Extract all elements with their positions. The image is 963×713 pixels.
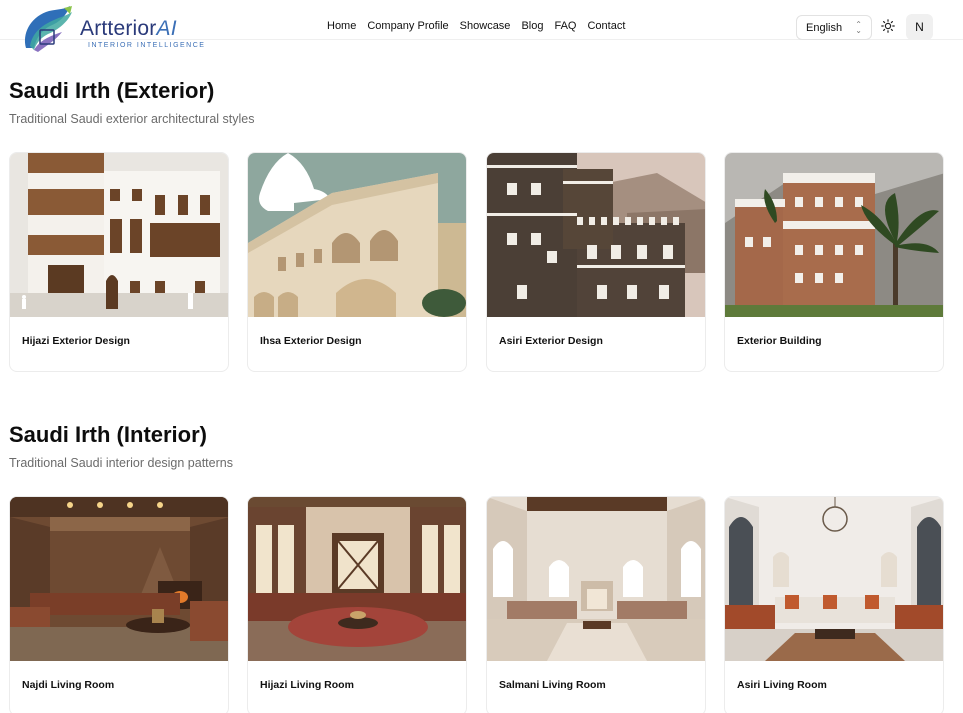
section-subtitle-exterior: Traditional Saudi exterior architectural… (9, 112, 255, 126)
card-asiri-living-room[interactable]: Asiri Living Room (724, 496, 944, 713)
card-image (10, 153, 228, 317)
nav-company-profile[interactable]: Company Profile (367, 20, 448, 32)
nav-blog[interactable]: Blog (521, 20, 543, 32)
brand-logo[interactable]: ArtteriorAI INTERIOR INTELLIGENCE (20, 4, 210, 56)
card-asiri-exterior[interactable]: Asiri Exterior Design (486, 152, 706, 372)
card-najdi-living-room[interactable]: Najdi Living Room (9, 496, 229, 713)
brand-name: ArtteriorAI (80, 17, 177, 40)
sun-icon[interactable] (881, 19, 895, 33)
card-label: Salmani Living Room (499, 679, 606, 691)
nav-contact[interactable]: Contact (587, 20, 625, 32)
card-image (10, 497, 228, 661)
main-nav: Home Company Profile Showcase Blog FAQ C… (327, 20, 625, 32)
card-exterior-building[interactable]: Exterior Building (724, 152, 944, 372)
language-select[interactable]: English ⌃ ⌄ (796, 15, 872, 40)
language-value: English (806, 21, 843, 34)
card-image (487, 497, 705, 661)
card-hijazi-exterior[interactable]: Hijazi Exterior Design (9, 152, 229, 372)
chevron-up-down-icon: ⌃ ⌄ (855, 20, 862, 35)
card-hijazi-living-room[interactable]: Hijazi Living Room (247, 496, 467, 713)
card-image (725, 153, 943, 317)
brand-tagline: INTERIOR INTELLIGENCE (88, 42, 206, 49)
card-label: Asiri Living Room (737, 679, 827, 691)
card-image (248, 497, 466, 661)
section-subtitle-interior: Traditional Saudi interior design patter… (9, 456, 233, 470)
nav-showcase[interactable]: Showcase (460, 20, 511, 32)
card-label: Exterior Building (737, 335, 822, 347)
card-label: Hijazi Exterior Design (22, 335, 130, 347)
user-avatar[interactable]: N (906, 14, 933, 40)
section-title-interior: Saudi Irth (Interior) (9, 422, 207, 447)
brush-logo-icon (24, 6, 72, 52)
card-label: Asiri Exterior Design (499, 335, 603, 347)
nav-home[interactable]: Home (327, 20, 356, 32)
card-image (487, 153, 705, 317)
card-label: Ihsa Exterior Design (260, 335, 362, 347)
nav-faq[interactable]: FAQ (554, 20, 576, 32)
card-label: Najdi Living Room (22, 679, 115, 691)
card-image (248, 153, 466, 317)
top-header: ArtteriorAI INTERIOR INTELLIGENCE Home C… (0, 0, 963, 52)
card-label: Hijazi Living Room (260, 679, 354, 691)
card-salmani-living-room[interactable]: Salmani Living Room (486, 496, 706, 713)
card-image (725, 497, 943, 661)
section-title-exterior: Saudi Irth (Exterior) (9, 78, 215, 103)
card-ihsa-exterior[interactable]: Ihsa Exterior Design (247, 152, 467, 372)
